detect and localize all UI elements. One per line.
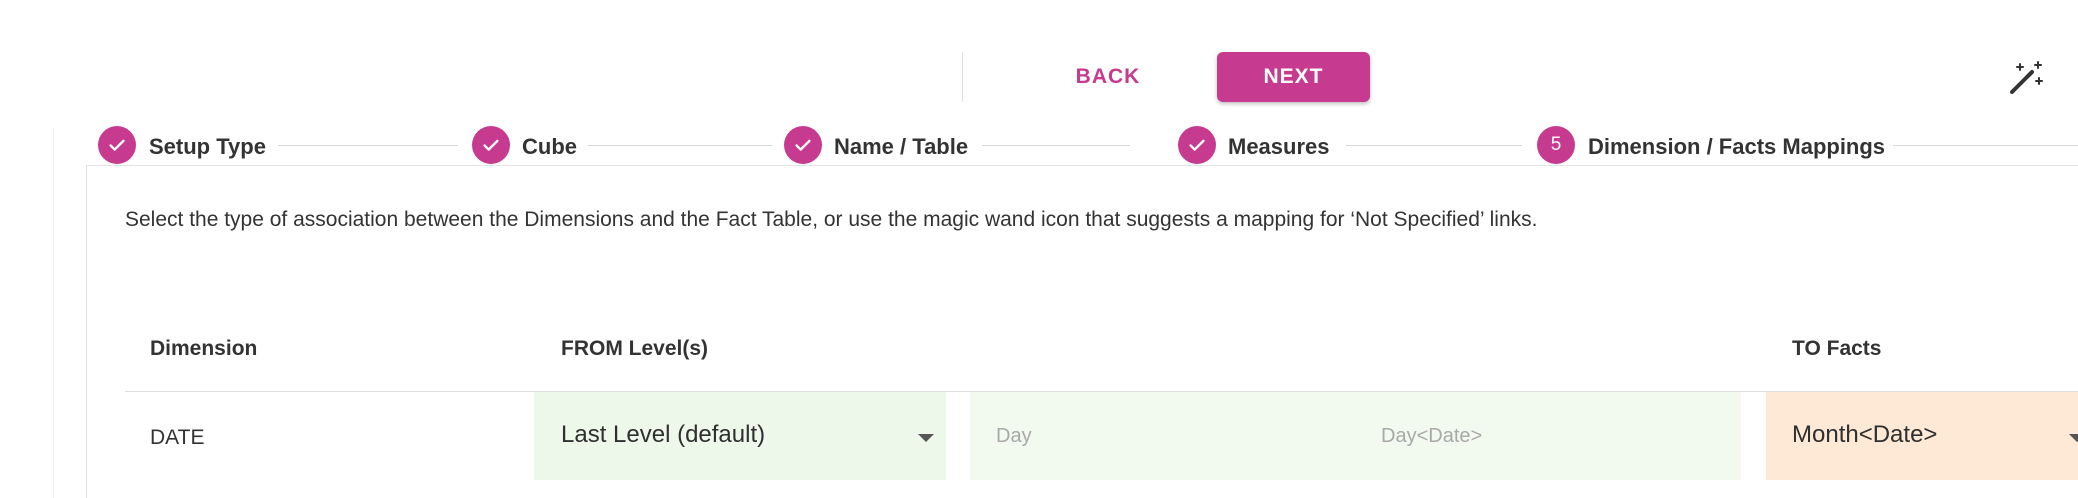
header-from-levels: FROM Level(s) <box>561 337 709 360</box>
wizard-page: BACK NEXT Setup Type Cube Name / Table M… <box>0 0 2078 498</box>
to-facts-value: Month<Date> <box>1792 421 1938 448</box>
magic-wand-icon[interactable] <box>2006 58 2046 98</box>
from-level-select[interactable]: Last Level (default) <box>534 392 946 480</box>
from-level-details: Day Day<Date> <box>970 392 1741 480</box>
step-connector <box>588 145 772 146</box>
step-connector <box>1346 145 1522 146</box>
left-guide-line <box>53 128 54 498</box>
to-facts-select[interactable]: Month<Date> <box>1766 392 2078 480</box>
step-3-check-icon <box>784 126 822 164</box>
step-2-check-icon <box>472 126 510 164</box>
step-5-label[interactable]: Dimension / Facts Mappings <box>1588 134 1885 160</box>
step-2-label[interactable]: Cube <box>522 134 577 160</box>
from-level-key: Day<Date> <box>1381 425 1483 447</box>
step-5-number: 5 <box>1537 126 1575 164</box>
header-dimension: Dimension <box>150 337 258 360</box>
stepper-divider <box>86 165 2078 166</box>
step-connector <box>1893 145 2078 146</box>
wizard-stepper: Setup Type Cube Name / Table Measures 5 … <box>0 126 2078 168</box>
step-1-check-icon <box>98 126 136 164</box>
dimension-name: DATE <box>150 426 205 449</box>
chevron-down-icon <box>918 434 934 442</box>
back-button[interactable]: BACK <box>1056 52 1160 102</box>
next-button[interactable]: NEXT <box>1217 52 1370 102</box>
toolbar-divider <box>962 52 963 102</box>
step-connector <box>278 145 458 146</box>
instructions-text: Select the type of association between t… <box>125 208 1538 231</box>
from-level-name: Day <box>996 425 1032 447</box>
step-3-label[interactable]: Name / Table <box>834 134 968 160</box>
content-left-border <box>86 165 87 498</box>
step-4-label[interactable]: Measures <box>1228 134 1330 160</box>
chevron-down-icon <box>2069 434 2078 442</box>
step-4-check-icon <box>1178 126 1216 164</box>
from-level-value: Last Level (default) <box>561 421 766 448</box>
step-connector <box>982 145 1130 146</box>
step-1-label[interactable]: Setup Type <box>149 134 266 160</box>
header-to-facts: TO Facts <box>1792 337 1882 360</box>
